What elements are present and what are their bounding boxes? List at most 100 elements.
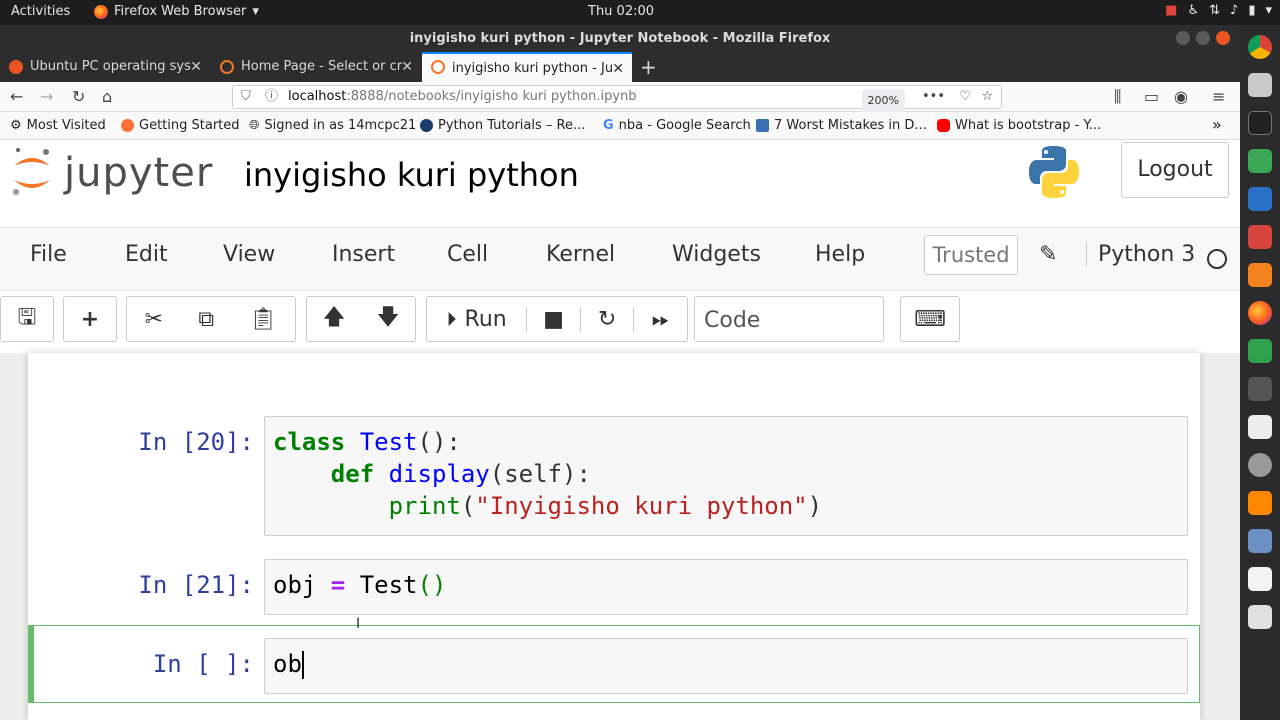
library-icon[interactable]: ⫼ [1114, 87, 1121, 107]
notebook-area: In [20]: class Test(): def display(self)… [0, 353, 1240, 720]
restart-icon[interactable]: ↻ [579, 306, 634, 332]
spreadsheet-icon[interactable] [1248, 339, 1272, 363]
cell-prompt: In [20]: [138, 428, 254, 456]
virtualbox-icon[interactable] [1248, 187, 1272, 211]
menu-insert[interactable]: Insert [332, 242, 395, 267]
code-token: Test [345, 428, 418, 456]
bookmark-label: nba - Google Search [618, 118, 751, 133]
x-icon[interactable] [1248, 415, 1272, 439]
move-up-icon[interactable]: 🡅 [323, 300, 346, 338]
close-window-button[interactable] [1216, 31, 1230, 45]
terminal-icon[interactable] [1248, 111, 1272, 135]
settings-icon[interactable] [1248, 377, 1272, 401]
sublime-icon[interactable] [1248, 263, 1272, 287]
app-menu[interactable]: Firefox Web Browser ▾ [94, 4, 259, 19]
run-button[interactable]: ⏵︎ Run [427, 307, 526, 332]
home-icon[interactable]: ⌂ [102, 87, 112, 106]
screenshot-icon[interactable] [1248, 567, 1272, 591]
gear-icon: ⚙ [10, 118, 22, 133]
vlc-icon[interactable] [1248, 491, 1272, 515]
menu-icon[interactable]: ≡ [1212, 87, 1225, 106]
bookmark-star-icon[interactable]: ☆ [981, 86, 993, 108]
paste-icon[interactable]: 📋︎ [249, 307, 277, 332]
account-icon[interactable]: ◉ [1174, 87, 1188, 106]
menu-kernel[interactable]: Kernel [546, 242, 615, 267]
system-tray[interactable]: ■ ♿ ⇅ ♪ ▮ ▾ [1165, 3, 1272, 18]
bookmark-getting-started[interactable]: Getting Started [121, 118, 240, 133]
activities-button[interactable]: Activities [11, 4, 70, 19]
cell-type-select[interactable]: Code [694, 296, 884, 342]
tab-notebook[interactable]: inyigisho kuri python - Ju ✕ [422, 52, 632, 82]
close-tab-icon[interactable]: ✕ [612, 54, 624, 82]
microphone-icon[interactable] [1248, 529, 1272, 553]
bookmark-mistakes[interactable]: 7 Worst Mistakes in D... [756, 118, 927, 133]
zoom-level[interactable]: 200% [861, 89, 905, 113]
sidebar-icon[interactable]: ▭ [1144, 87, 1159, 106]
menu-widgets[interactable]: Widgets [672, 242, 761, 267]
code-cell-input[interactable]: obj = Test() [264, 559, 1188, 615]
clock[interactable]: Thu 02:00 [588, 4, 654, 19]
menu-file[interactable]: File [30, 242, 67, 267]
code-token: () [417, 571, 447, 599]
close-tab-icon[interactable]: ✕ [401, 52, 413, 82]
text-cursor [301, 651, 304, 679]
software-icon[interactable] [1248, 225, 1272, 249]
fast-forward-icon[interactable]: ⏩︎ [633, 306, 687, 332]
menu-help[interactable]: Help [815, 242, 865, 267]
reload-icon[interactable]: ↻ [72, 87, 85, 106]
minimize-button[interactable] [1176, 31, 1190, 45]
close-tab-icon[interactable]: ✕ [190, 52, 202, 82]
code-cell-input[interactable]: class Test(): def display(self): print("… [264, 416, 1188, 536]
bookmark-signed-in[interactable]: 🌐︎ Signed in as 14mcpc21 [249, 118, 416, 133]
ubuntu-dock [1240, 25, 1280, 720]
webcam-icon[interactable] [1248, 453, 1272, 477]
google-icon: G [603, 118, 614, 133]
command-palette-button[interactable]: ⌨ [900, 296, 960, 342]
chrome-icon[interactable] [1248, 35, 1272, 59]
window-titlebar: inyigisho kuri python - Jupyter Notebook… [0, 25, 1240, 52]
files-icon[interactable] [1248, 73, 1272, 97]
bookmark-nba-search[interactable]: Gnba - Google Search [603, 118, 751, 133]
run-button-group: ⏵︎ Run ■ ↻ ⏩︎ [426, 296, 688, 342]
copy-icon[interactable]: ⧉ [198, 307, 214, 332]
move-down-icon[interactable]: 🡇 [377, 300, 400, 338]
maximize-button[interactable] [1196, 31, 1210, 45]
menu-cell[interactable]: Cell [447, 242, 488, 267]
code-token: ) [807, 492, 823, 520]
firefox-icon[interactable] [1248, 301, 1272, 325]
insert-cell-button[interactable]: + [63, 296, 117, 342]
kernel-name[interactable]: Python 3 [1086, 242, 1195, 267]
tab-home-page[interactable]: Home Page - Select or cr ✕ [211, 52, 421, 82]
bookmark-most-visited[interactable]: ⚙ Most Visited [10, 118, 106, 133]
page-actions-icon[interactable]: ••• [922, 86, 945, 108]
bookmark-label: Most Visited [26, 118, 106, 133]
more-bookmarks-icon[interactable]: » [1212, 115, 1222, 134]
notebook-menubar: File Edit View Insert Cell Kernel Widget… [0, 227, 1240, 291]
tab-ubuntu[interactable]: Ubuntu PC operating sys ✕ [0, 52, 210, 82]
trusted-indicator[interactable]: Trusted [924, 235, 1018, 275]
save-button[interactable]: 🖫︎ [0, 296, 54, 342]
menu-view[interactable]: View [223, 242, 275, 267]
code-token: obj [273, 571, 331, 599]
bookmarks-toolbar: ⚙ Most Visited Getting Started 🌐︎ Signed i… [0, 112, 1240, 140]
grammarly-icon[interactable] [1248, 149, 1272, 173]
tweaks-icon[interactable] [1248, 605, 1272, 629]
cell-type-value: Code [704, 308, 761, 333]
back-icon[interactable]: ← [10, 87, 23, 106]
new-tab-button[interactable]: + [640, 55, 657, 79]
notebook-title[interactable]: inyigisho kuri python [244, 156, 579, 194]
bookmark-bootstrap[interactable]: What is bootstrap - Y... [937, 118, 1101, 133]
menu-edit[interactable]: Edit [125, 242, 168, 267]
pocket-icon[interactable]: ♡ [959, 86, 971, 108]
url-bar[interactable]: ⛉ ⓘ localhost:8888/notebooks/inyigisho k… [232, 85, 1002, 113]
cut-icon[interactable]: ✂ [145, 307, 163, 332]
plus-icon: + [80, 306, 100, 332]
code-cell-input-active[interactable]: ob [264, 638, 1188, 694]
forward-icon[interactable]: → [40, 87, 53, 106]
edit-mode-pencil-icon: ✎ [1039, 242, 1058, 267]
logout-button[interactable]: Logout [1121, 142, 1229, 198]
bookmark-python-tutorials[interactable]: Python Tutorials – Re... [420, 118, 585, 133]
window-title: inyigisho kuri python - Jupyter Notebook… [409, 31, 831, 46]
jupyter-logo[interactable]: jupyter [10, 146, 213, 200]
stop-icon[interactable]: ■ [526, 306, 580, 332]
